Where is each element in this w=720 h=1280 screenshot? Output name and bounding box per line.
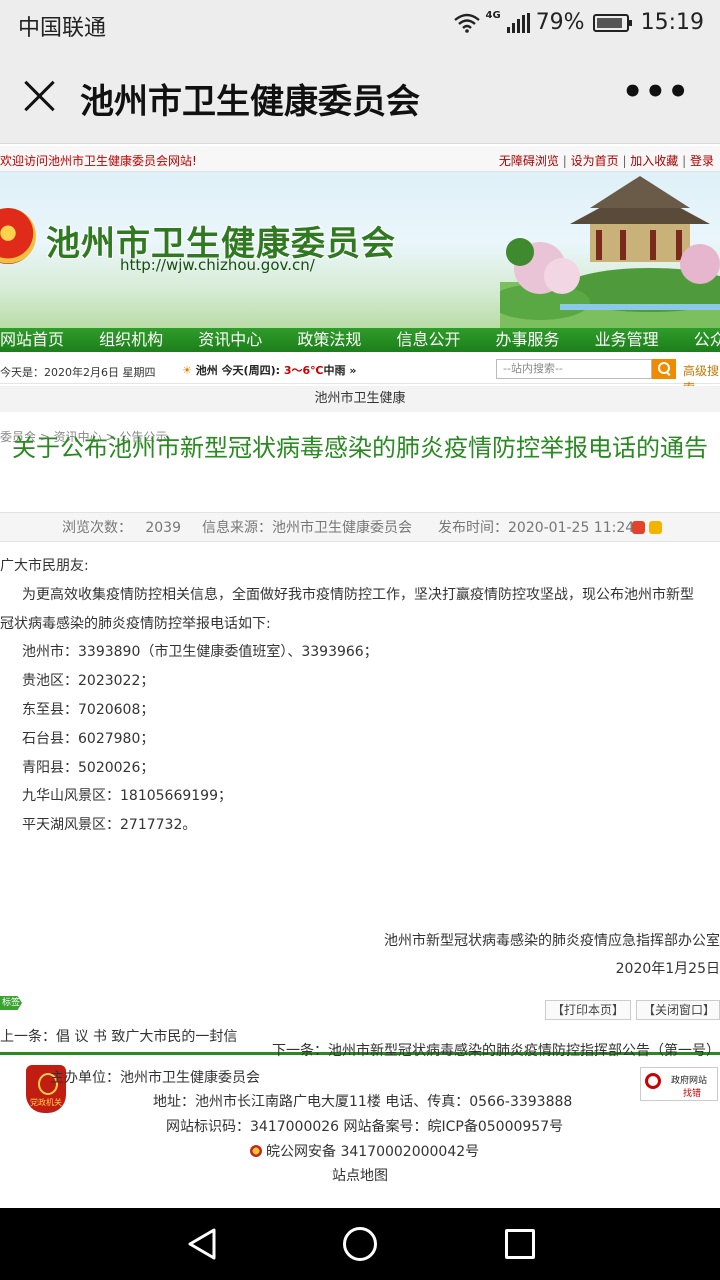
intro-line-1: 为更高效收集疫情防控相关信息，全面做好我市疫情防控工作，坚决打赢疫情防控攻坚战，…	[22, 586, 694, 603]
magnifier-icon	[645, 1073, 661, 1089]
weather-city: 池州	[195, 364, 218, 377]
nav-public[interactable]: 公众参与	[694, 328, 720, 352]
nav-business[interactable]: 业务管理	[595, 328, 659, 352]
article-body: 广大市民朋友: 为更高效收集疫情防控相关信息，全面做好我市疫情防控工作，坚决打赢…	[0, 552, 720, 840]
nav-organization[interactable]: 组织机构	[99, 328, 163, 352]
phone-item: 九华山风景区：18105669199；	[22, 788, 232, 805]
recent-apps-icon[interactable]	[505, 1229, 535, 1259]
article-title: 关于公布池州市新型冠状病毒感染的肺炎疫情防控举报电话的通告	[12, 434, 708, 462]
signature: 池州市新型冠状病毒感染的肺炎疫情应急指挥部办公室	[384, 933, 720, 949]
weather-temp: 3～6℃	[283, 364, 324, 377]
back-icon[interactable]	[184, 1226, 220, 1262]
intro-line-2: 冠状病毒感染的肺炎疫情防控举报电话如下:	[0, 615, 271, 632]
sitemap-link[interactable]: 站点地图	[332, 1165, 388, 1185]
national-emblem-icon	[0, 208, 36, 264]
battery-percent: 79%	[535, 10, 585, 35]
qzone-share-icon[interactable]	[649, 521, 662, 534]
date-text: 今天是：2020年2月6日 星期四	[0, 366, 156, 379]
share-icons	[632, 521, 662, 534]
nav-home[interactable]: 网站首页	[0, 328, 64, 352]
nav-disclosure[interactable]: 信息公开	[396, 328, 460, 352]
nav-services[interactable]: 办事服务	[496, 328, 560, 352]
footer-police[interactable]: 皖公网安备 34170002000042号	[250, 1141, 479, 1161]
info-row: 今天是：2020年2月6日 星期四 ☀ 池州 今天(周四): 3～6℃中雨 » …	[0, 356, 720, 395]
phone-item: 青阳县：5020026；	[22, 759, 155, 776]
close-window-button[interactable]: 【关闭窗口】	[636, 1000, 720, 1020]
more-options-icon[interactable]: •••	[622, 72, 690, 112]
status-indicators: 4G 79% 15:19	[453, 10, 704, 35]
top-strip: 欢迎访问池州市卫生健康委员会网站! 无障碍浏览 | 设为首页 | 加入收藏 | …	[0, 146, 720, 172]
footer-host: 主办单位：池州市卫生健康委员会	[50, 1070, 260, 1086]
link-add-favorite[interactable]: 加入收藏	[630, 154, 678, 168]
meta-source: 信息来源：池州市卫生健康委员会	[202, 520, 412, 536]
signal-icon	[506, 12, 530, 33]
phone-item: 石台县：6027980；	[22, 730, 155, 747]
page-title: 池州市卫生健康委员会	[80, 82, 420, 122]
section-subhead: 池州市卫生健康	[0, 386, 720, 412]
site-banner: 池州市卫生健康委员会 http://wjw.chizhou.gov.cn/	[0, 172, 720, 328]
site-search-input[interactable]: --站内搜索--	[496, 359, 652, 379]
phone-item: 池州市：3393890（市卫生健康委值班室）、3393966；	[22, 644, 378, 661]
main-nav: 网站首页 组织机构 资讯中心 政策法规 信息公开 办事服务 业务管理 公众参与	[0, 328, 720, 352]
greeting: 广大市民朋友:	[0, 558, 89, 574]
system-nav-bar	[0, 1208, 720, 1280]
next-article-link[interactable]: 下一条：池州市新型冠状病毒感染的肺炎疫情防控指挥部公告（第一号）	[272, 1040, 720, 1060]
phone-item: 贵池区：2023022；	[22, 673, 155, 690]
phone-item: 平天湖风景区：2717732。	[22, 817, 197, 834]
welcome-text: 欢迎访问池州市卫生健康委员会网站!	[0, 154, 197, 168]
sign-date: 2020年1月25日	[615, 961, 720, 977]
carrier-label: 中国联通	[18, 16, 107, 41]
battery-icon	[592, 13, 632, 32]
status-bar: 中国联通 4G 79% 15:19	[0, 0, 720, 50]
link-accessible[interactable]: 无障碍浏览	[499, 154, 559, 168]
pavilion-scenery-image	[500, 176, 720, 328]
gov-site-error-badge[interactable]: 政府网站 找错	[640, 1067, 718, 1101]
article-meta: 浏览次数： 2039 信息来源：池州市卫生健康委员会 发布时间：2020-01-…	[0, 512, 720, 542]
link-set-homepage[interactable]: 设为首页	[571, 154, 619, 168]
meta-views: 浏览次数： 2039	[62, 520, 181, 536]
tag-label: 标签	[0, 996, 22, 1010]
police-badge-icon	[250, 1145, 262, 1157]
close-icon[interactable]	[22, 78, 58, 114]
weibo-share-icon[interactable]	[632, 521, 645, 534]
link-login[interactable]: 登录	[690, 154, 714, 168]
weather-widget: ☀ 池州 今天(周四): 3～6℃中雨 »	[182, 364, 357, 377]
phone-item: 东至县：7020608；	[22, 701, 155, 718]
top-links: 无障碍浏览 | 设为首页 | 加入收藏 | 登录	[498, 154, 714, 168]
network-type: 4G	[485, 10, 501, 21]
nav-news[interactable]: 资讯中心	[198, 328, 262, 352]
home-icon[interactable]	[343, 1227, 377, 1261]
search-icon[interactable]	[652, 359, 676, 379]
footer-address: 地址：池州市长江南路广电大厦11楼 电话、传真：0566-3393888	[153, 1094, 573, 1110]
sun-icon: ☀	[182, 364, 192, 377]
meta-date: 发布时间：2020-01-25 11:24	[438, 520, 635, 536]
site-url: http://wjw.chizhou.gov.cn/	[120, 256, 315, 274]
site-footer: 党政机关 主办单位：池州市卫生健康委员会 地址：池州市长江南路广电大厦11楼 电…	[0, 1052, 720, 1208]
print-button[interactable]: 【打印本页】	[545, 1000, 632, 1020]
clock: 15:19	[640, 10, 704, 35]
prev-article-link[interactable]: 上一条：倡 议 书 致广大市民的一封信	[0, 1026, 237, 1046]
browser-title-bar: 池州市卫生健康委员会 •••	[0, 50, 720, 144]
wifi-icon	[453, 13, 480, 33]
weather-day: 今天(周四):	[221, 364, 281, 377]
nav-policy[interactable]: 政策法规	[297, 328, 361, 352]
weather-desc: 中雨	[323, 364, 346, 377]
footer-ids: 网站标识码：3417000026 网站备案号：皖ICP备05000957号	[166, 1119, 564, 1135]
